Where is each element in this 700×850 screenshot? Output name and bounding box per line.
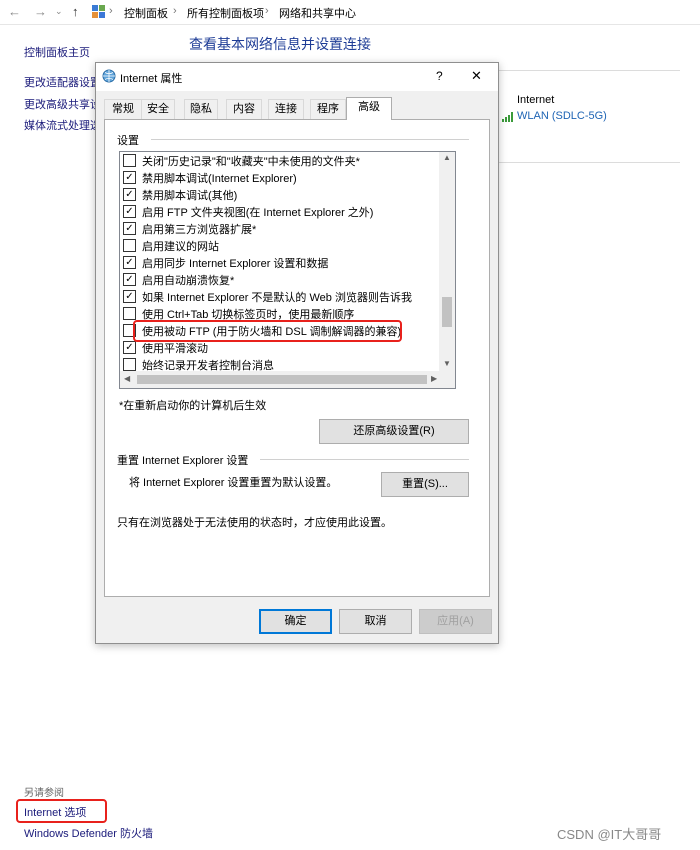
reset-description: 将 Internet Explorer 设置重置为默认设置。 <box>129 477 338 489</box>
setting-checkbox[interactable]: ✓ <box>123 273 136 286</box>
setting-label: 启用 FTP 文件夹视图(在 Internet Explorer 之外) <box>142 207 374 219</box>
tab-privacy[interactable]: 隐私 <box>184 99 218 119</box>
divider <box>498 162 680 163</box>
reset-button[interactable]: 重置(S)... <box>381 472 469 497</box>
up-arrow-icon[interactable]: ↑ <box>72 4 79 19</box>
setting-label: 关闭"历史记录"和"收藏夹"中未使用的文件夹* <box>142 156 360 168</box>
settings-label: 设置 <box>117 135 139 147</box>
setting-checkbox[interactable]: ✓ <box>123 188 136 201</box>
setting-item[interactable]: 启用建议的网站 <box>120 237 438 254</box>
setting-label: 启用第三方浏览器扩展* <box>142 224 257 236</box>
address-bar: ← → ⌄ ↑ › 控制面板 › 所有控制面板项 › 网络和共享中心 <box>0 0 700 25</box>
scrollbar-thumb[interactable] <box>442 297 452 327</box>
recent-chevron-icon[interactable]: ⌄ <box>55 6 63 17</box>
ok-button[interactable]: 确定 <box>259 609 332 634</box>
tab-content[interactable]: 内容 <box>226 99 262 119</box>
tab-programs[interactable]: 程序 <box>310 99 346 119</box>
control-panel-icon <box>92 5 105 18</box>
setting-item[interactable]: ✓ 如果 Internet Explorer 不是默认的 Web 浏览器则告诉我 <box>120 288 438 305</box>
sidebar-link-adapter[interactable]: 更改适配器设置 <box>24 74 101 90</box>
setting-checkbox[interactable] <box>123 358 136 371</box>
internet-properties-dialog: Internet 属性 ? ✕ 常规 安全 隐私 内容 连接 程序 高级 设置 … <box>95 62 499 644</box>
back-arrow-icon[interactable]: ← <box>8 4 21 19</box>
crumb-sep-icon: › <box>173 5 177 17</box>
close-icon[interactable]: ✕ <box>471 68 482 84</box>
setting-checkbox[interactable]: ✓ <box>123 341 136 354</box>
network-type-label: Internet <box>517 94 555 106</box>
setting-checkbox[interactable]: ✓ <box>123 171 136 184</box>
tab-general[interactable]: 常规 <box>104 99 142 119</box>
page-title: 查看基本网络信息并设置连接 <box>189 36 371 52</box>
cancel-button[interactable]: 取消 <box>339 609 412 634</box>
setting-checkbox[interactable] <box>123 239 136 252</box>
setting-label: 启用自动崩溃恢复* <box>142 275 235 287</box>
forward-arrow-icon[interactable]: → <box>34 4 47 19</box>
setting-checkbox[interactable]: ✓ <box>123 222 136 235</box>
setting-label: 禁用脚本调试(Internet Explorer) <box>142 173 297 185</box>
reset-note: 只有在浏览器处于无法使用的状态时，才应使用此设置。 <box>117 517 392 529</box>
dialog-titlebar[interactable]: Internet 属性 ? ✕ <box>96 63 498 91</box>
settings-list[interactable]: 关闭"历史记录"和"收藏夹"中未使用的文件夹* ✓ 禁用脚本调试(Internet … <box>119 151 456 389</box>
setting-checkbox[interactable] <box>123 307 136 320</box>
highlight-box <box>133 320 402 342</box>
setting-checkbox[interactable]: ✓ <box>123 290 136 303</box>
setting-item[interactable]: 关闭"历史记录"和"收藏夹"中未使用的文件夹* <box>120 152 438 169</box>
restart-note: *在重新启动你的计算机后生效 <box>119 400 267 412</box>
highlight-box <box>16 799 107 823</box>
scroll-right-icon[interactable]: ▶ <box>431 374 437 383</box>
restore-advanced-button[interactable]: 还原高级设置(R) <box>319 419 469 444</box>
setting-checkbox[interactable]: ✓ <box>123 205 136 218</box>
reset-section-title: 重置 Internet Explorer 设置 <box>117 455 249 467</box>
divider <box>151 139 469 140</box>
horizontal-scrollbar-thumb[interactable] <box>137 375 427 384</box>
setting-item[interactable]: ✓ 启用 FTP 文件夹视图(在 Internet Explorer 之外) <box>120 203 438 220</box>
breadcrumb-control-panel[interactable]: 控制面板 <box>124 5 168 21</box>
divider <box>498 70 680 71</box>
setting-label: 使用平滑滚动 <box>142 343 208 355</box>
see-also-label: 另请参阅 <box>24 788 64 799</box>
setting-label: 禁用脚本调试(其他) <box>142 190 238 202</box>
crumb-sep-icon: › <box>265 5 269 17</box>
divider <box>260 459 469 460</box>
setting-item[interactable]: ✓ 启用同步 Internet Explorer 设置和数据 <box>120 254 438 271</box>
wlan-link[interactable]: WLAN (SDLC-5G) <box>517 110 607 122</box>
globe-icon <box>102 69 116 83</box>
breadcrumb-network-center[interactable]: 网络和共享中心 <box>279 5 356 21</box>
breadcrumb-all-items[interactable]: 所有控制面板项 <box>187 5 264 21</box>
setting-checkbox[interactable] <box>123 154 136 167</box>
setting-label: 如果 Internet Explorer 不是默认的 Web 浏览器则告诉我 <box>142 292 412 304</box>
scroll-up-icon[interactable]: ▲ <box>443 153 451 162</box>
dialog-title: Internet 属性 <box>120 73 183 85</box>
help-icon[interactable]: ? <box>436 69 443 83</box>
setting-label: 启用建议的网站 <box>142 241 219 253</box>
advanced-panel: 设置 关闭"历史记录"和"收藏夹"中未使用的文件夹* ✓ 禁用脚本调试(Intern… <box>104 119 490 597</box>
apply-button[interactable]: 应用(A) <box>419 609 492 634</box>
setting-item[interactable]: ✓ 禁用脚本调试(其他) <box>120 186 438 203</box>
firewall-link[interactable]: Windows Defender 防火墙 <box>24 825 153 841</box>
setting-label: 启用同步 Internet Explorer 设置和数据 <box>142 258 329 270</box>
tab-security[interactable]: 安全 <box>141 99 175 119</box>
setting-checkbox[interactable]: ✓ <box>123 256 136 269</box>
crumb-sep-icon: › <box>109 5 113 17</box>
sidebar-link-home[interactable]: 控制面板主页 <box>24 44 90 60</box>
setting-item[interactable]: ✓ 禁用脚本调试(Internet Explorer) <box>120 169 438 186</box>
watermark: CSDN @IT大哥哥 <box>557 827 662 842</box>
horizontal-scrollbar[interactable]: ◀ ▶ <box>120 371 455 388</box>
wifi-signal-icon <box>502 111 515 122</box>
tab-advanced[interactable]: 高级 <box>346 97 392 120</box>
scroll-left-icon[interactable]: ◀ <box>124 374 130 383</box>
tab-connections[interactable]: 连接 <box>268 99 304 119</box>
vertical-scrollbar[interactable]: ▲ ▼ <box>439 152 455 371</box>
setting-item[interactable]: ✓ 启用自动崩溃恢复* <box>120 271 438 288</box>
scroll-down-icon[interactable]: ▼ <box>443 359 451 368</box>
setting-item[interactable]: ✓ 启用第三方浏览器扩展* <box>120 220 438 237</box>
